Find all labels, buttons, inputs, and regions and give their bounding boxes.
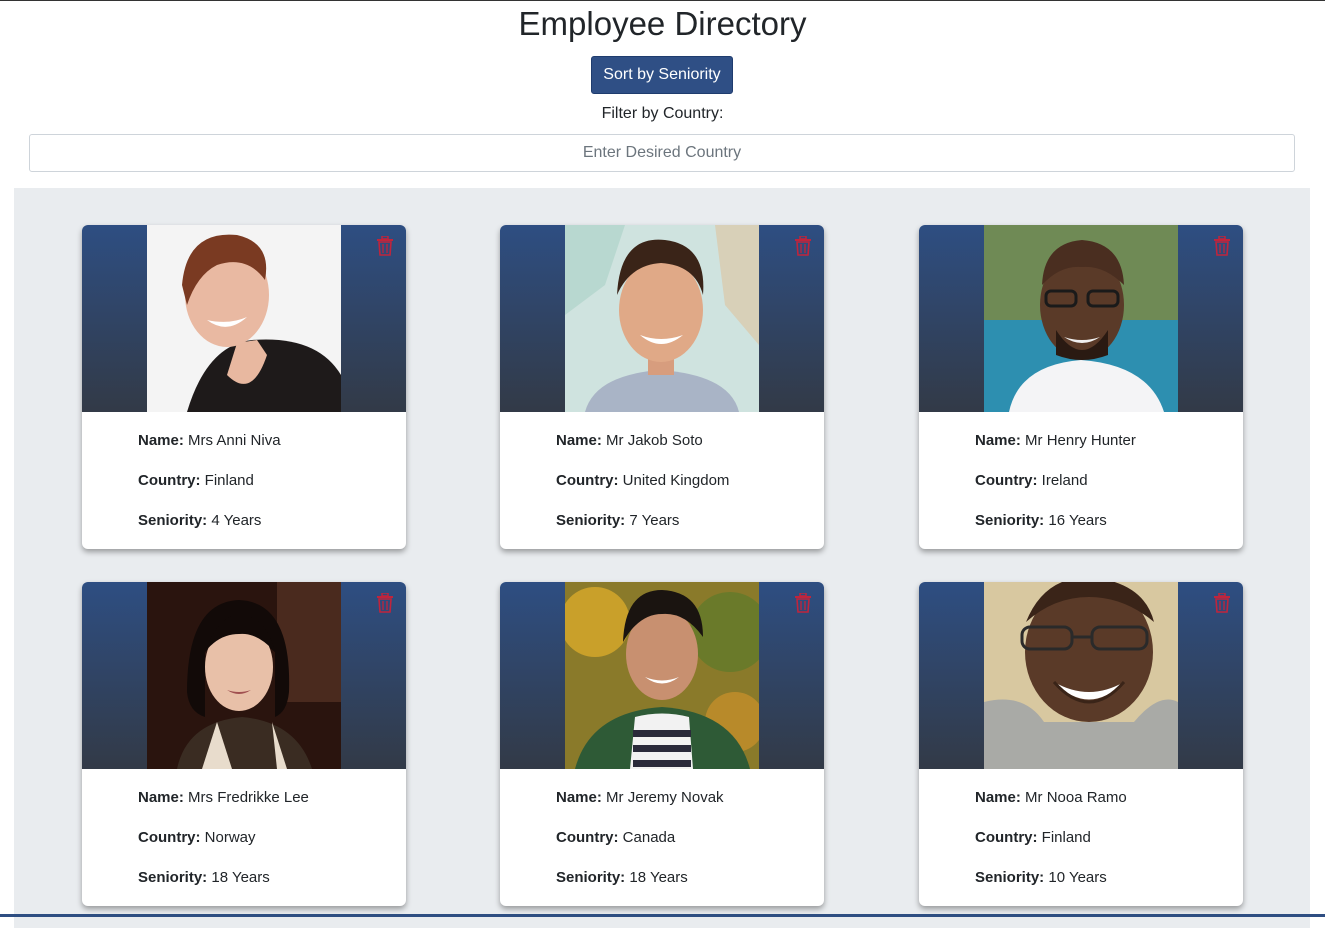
employee-card: Name: Mr Jakob Soto Country: United King…	[500, 225, 824, 549]
employee-card: Name: Mrs Anni Niva Country: Finland Sen…	[82, 225, 406, 549]
trash-icon[interactable]	[376, 236, 394, 256]
employee-card: Name: Mrs Fredrikke Lee Country: Norway …	[82, 582, 406, 906]
trash-icon[interactable]	[1213, 593, 1231, 613]
employee-name: Name: Mr Jeremy Novak	[556, 789, 724, 806]
employee-name: Name: Mr Nooa Ramo	[975, 789, 1127, 806]
employee-photo	[147, 582, 341, 769]
employee-seniority: Seniority: 10 Years	[975, 869, 1107, 886]
employee-photo	[565, 225, 759, 412]
employee-seniority: Seniority: 18 Years	[138, 869, 270, 886]
employee-info: Name: Mr Jakob Soto Country: United King…	[556, 426, 729, 546]
employee-seniority: Seniority: 16 Years	[975, 512, 1107, 529]
country-filter-input[interactable]	[29, 134, 1295, 172]
employee-seniority: Seniority: 7 Years	[556, 512, 680, 529]
employee-card: Name: Mr Henry Hunter Country: Ireland S…	[919, 225, 1243, 549]
trash-icon[interactable]	[794, 236, 812, 256]
card-header	[919, 582, 1243, 769]
employee-country: Country: Ireland	[975, 472, 1088, 489]
employee-card: Name: Mr Nooa Ramo Country: Finland Seni…	[919, 582, 1243, 906]
employee-info: Name: Mr Henry Hunter Country: Ireland S…	[975, 426, 1136, 546]
employee-info: Name: Mr Jeremy Novak Country: Canada Se…	[556, 783, 724, 903]
employee-country: Country: Canada	[556, 829, 676, 846]
employee-info: Name: Mrs Anni Niva Country: Finland Sen…	[138, 426, 281, 546]
employee-country: Country: Norway	[138, 829, 256, 846]
employee-name: Name: Mr Henry Hunter	[975, 432, 1136, 449]
card-header	[500, 582, 824, 769]
employee-card: Name: Mr Jeremy Novak Country: Canada Se…	[500, 582, 824, 906]
card-header	[82, 582, 406, 769]
employee-seniority: Seniority: 4 Years	[138, 512, 262, 529]
employee-name: Name: Mrs Anni Niva	[138, 432, 281, 449]
trash-icon[interactable]	[1213, 236, 1231, 256]
trash-icon[interactable]	[794, 593, 812, 613]
employee-country: Country: Finland	[975, 829, 1091, 846]
employee-country: Country: United Kingdom	[556, 472, 730, 489]
sort-by-seniority-button[interactable]: Sort by Seniority	[591, 56, 733, 94]
employee-grid: Name: Mrs Anni Niva Country: Finland Sen…	[14, 188, 1310, 928]
trash-icon[interactable]	[376, 593, 394, 613]
filter-label: Filter by Country:	[601, 105, 724, 122]
employee-photo	[147, 225, 341, 412]
employee-photo	[984, 225, 1178, 412]
employee-name: Name: Mr Jakob Soto	[556, 432, 703, 449]
employee-info: Name: Mrs Fredrikke Lee Country: Norway …	[138, 783, 309, 903]
employee-country: Country: Finland	[138, 472, 254, 489]
employee-photo	[984, 582, 1178, 769]
employee-photo	[565, 582, 759, 769]
card-header	[82, 225, 406, 412]
card-header	[500, 225, 824, 412]
card-header	[919, 225, 1243, 412]
employee-seniority: Seniority: 18 Years	[556, 869, 688, 886]
page-title: Employee Directory	[518, 5, 807, 42]
employee-info: Name: Mr Nooa Ramo Country: Finland Seni…	[975, 783, 1127, 903]
employee-name: Name: Mrs Fredrikke Lee	[138, 789, 309, 806]
